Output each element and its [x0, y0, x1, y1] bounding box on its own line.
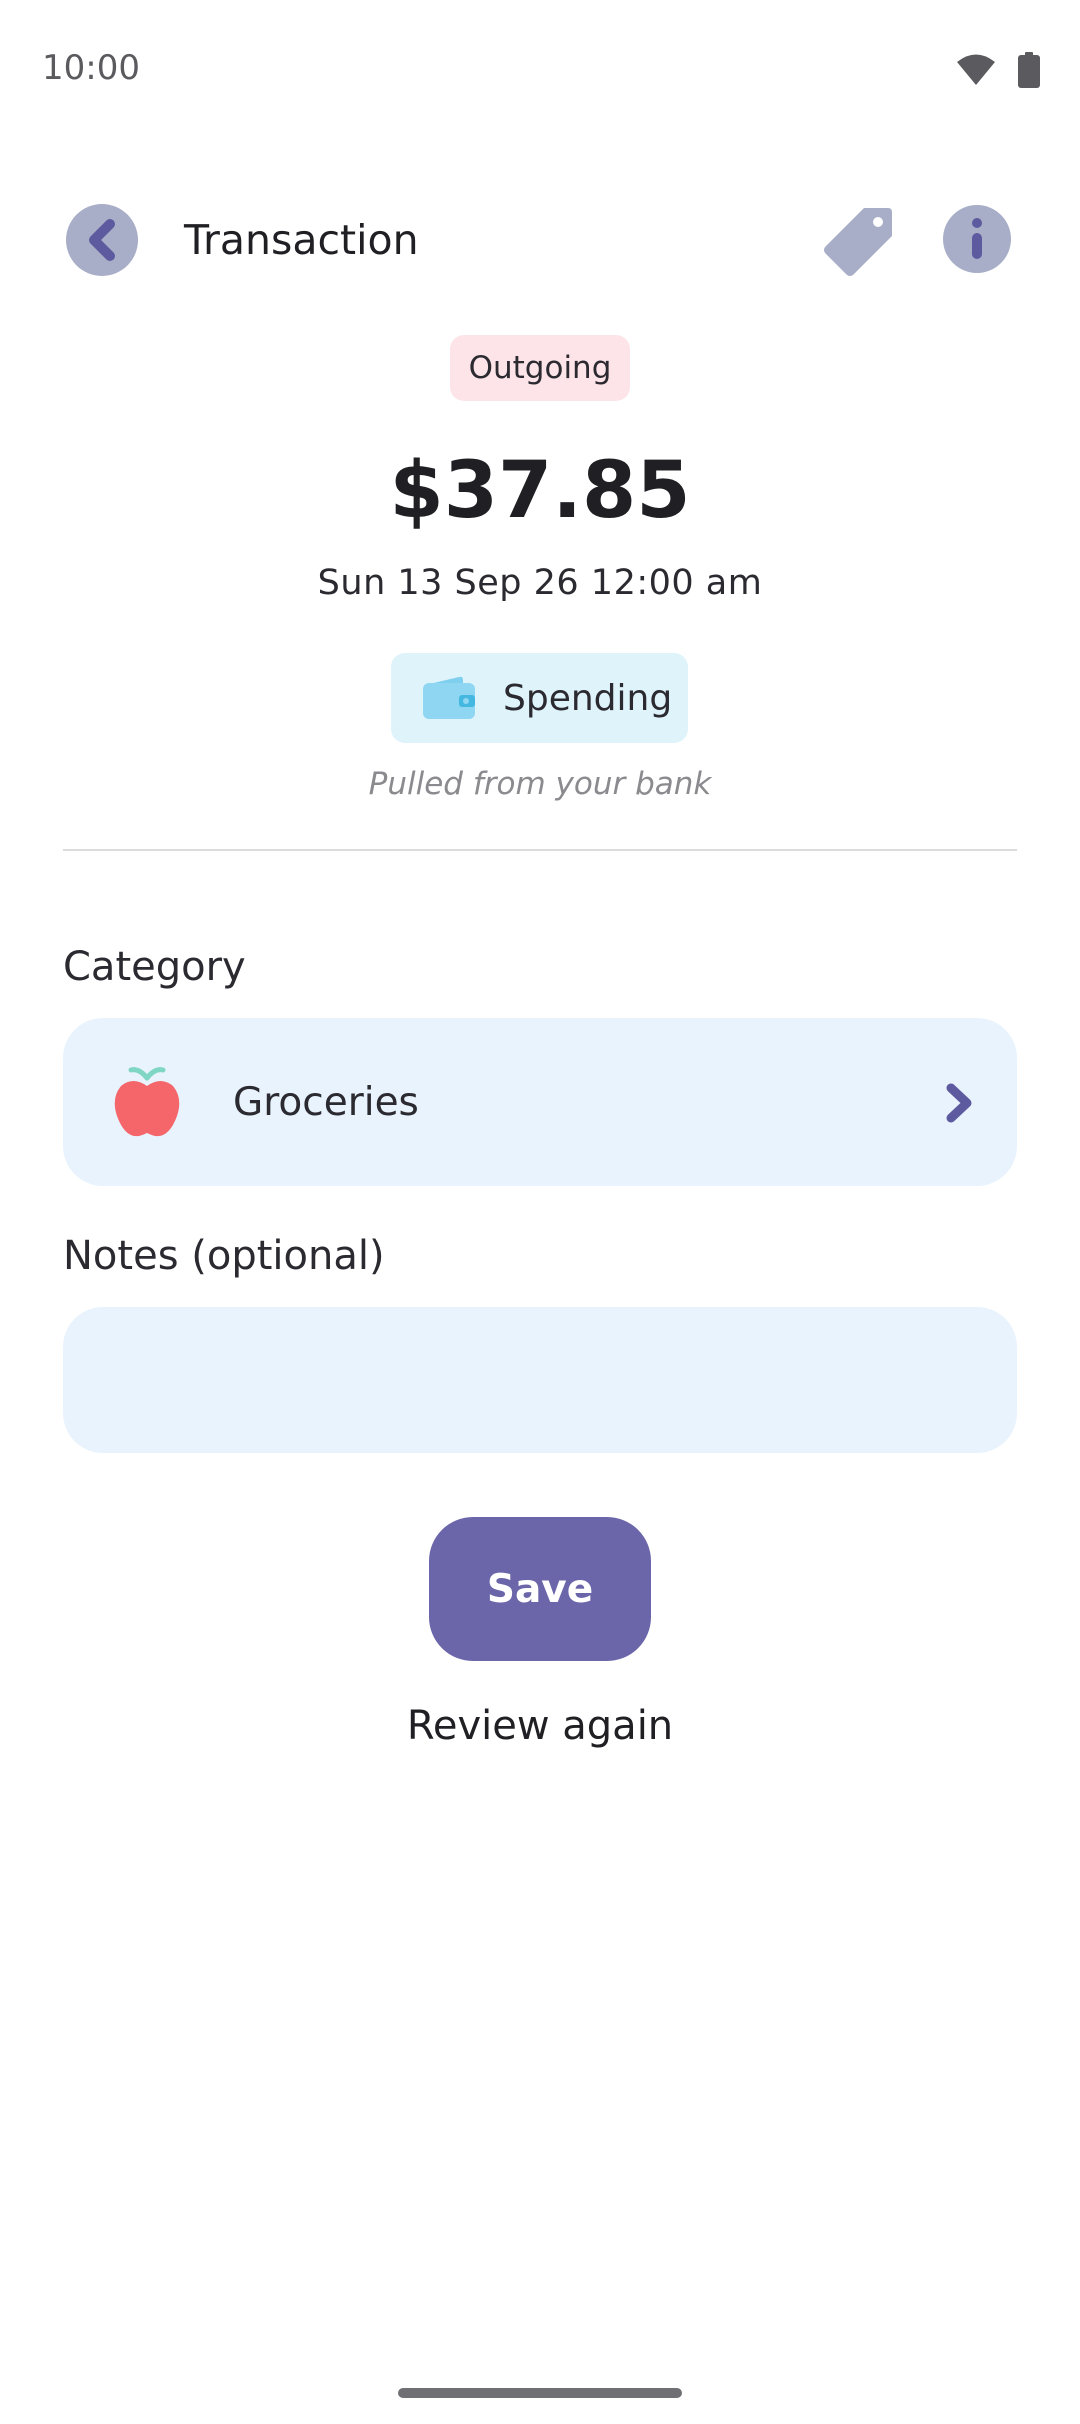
category-label: Category: [63, 944, 246, 990]
review-again-button[interactable]: Review again: [0, 1703, 1080, 1749]
account-chip[interactable]: Spending: [391, 653, 688, 743]
wallet-icon: [423, 676, 475, 719]
direction-badge: Outgoing: [450, 335, 630, 401]
info-icon: [972, 218, 982, 259]
tag-icon: [824, 208, 892, 276]
status-time: 10:00: [42, 48, 140, 88]
account-name: Spending: [503, 677, 673, 719]
transaction-amount: $37.85: [389, 446, 691, 536]
info-button[interactable]: [943, 205, 1011, 273]
notes-label: Notes (optional): [63, 1233, 385, 1279]
wifi-icon: [957, 54, 995, 85]
battery-icon: [1018, 52, 1040, 88]
divider: [63, 849, 1017, 851]
tag-button[interactable]: [820, 204, 894, 278]
category-selector[interactable]: Groceries: [63, 1018, 1017, 1186]
home-indicator[interactable]: [398, 2388, 682, 2398]
transaction-date: Sun 13 Sep 26 12:00 am: [317, 563, 763, 603]
save-button[interactable]: Save: [429, 1517, 651, 1661]
notes-input[interactable]: [63, 1307, 1017, 1453]
chevron-right-icon: [946, 1083, 972, 1123]
back-button[interactable]: [66, 204, 138, 276]
category-name: Groceries: [233, 1079, 419, 1125]
page-title: Transaction: [184, 216, 419, 264]
chevron-left-icon: [89, 219, 115, 261]
status-icons: [956, 52, 1040, 88]
apple-icon: [114, 1067, 180, 1137]
source-note: Pulled from your bank: [368, 766, 712, 802]
transaction-screen: 10:00 Transaction Outgoing $37.85 Sun 13…: [0, 0, 1080, 2424]
